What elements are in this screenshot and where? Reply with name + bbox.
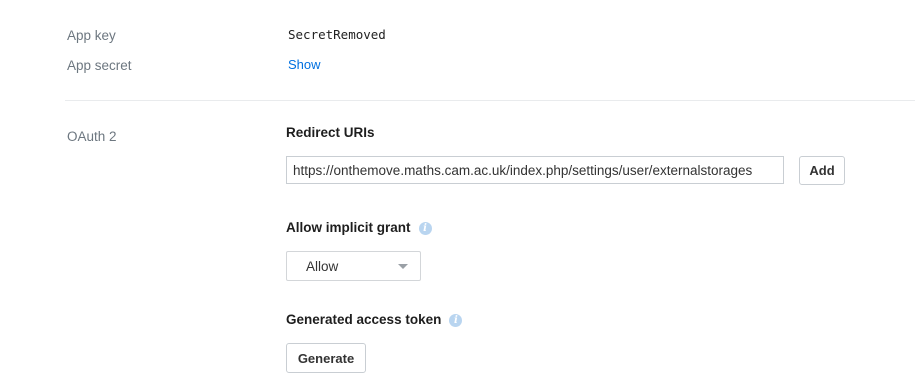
implicit-grant-selected-value: Allow — [306, 258, 339, 274]
add-redirect-uri-button[interactable]: Add — [799, 156, 845, 185]
section-divider — [65, 100, 915, 101]
chevron-down-icon — [398, 264, 408, 269]
info-icon[interactable]: i — [418, 222, 432, 235]
show-secret-link[interactable]: Show — [288, 57, 321, 72]
access-token-heading-text: Generated access token — [286, 312, 442, 327]
implicit-grant-heading: Allow implicit grant i — [286, 220, 432, 235]
app-secret-label: App secret — [67, 58, 132, 73]
app-key-label: App key — [67, 28, 116, 43]
implicit-grant-select[interactable]: Allow — [286, 251, 421, 281]
implicit-grant-heading-text: Allow implicit grant — [286, 220, 411, 235]
redirect-uri-input[interactable] — [286, 156, 784, 184]
generate-token-button[interactable]: Generate — [286, 343, 366, 373]
redirect-uris-heading: Redirect URIs — [286, 125, 375, 140]
info-icon[interactable]: i — [449, 314, 463, 327]
oauth-section-label: OAuth 2 — [67, 129, 117, 144]
access-token-heading: Generated access token i — [286, 312, 463, 327]
app-key-value: SecretRemoved — [288, 27, 386, 42]
